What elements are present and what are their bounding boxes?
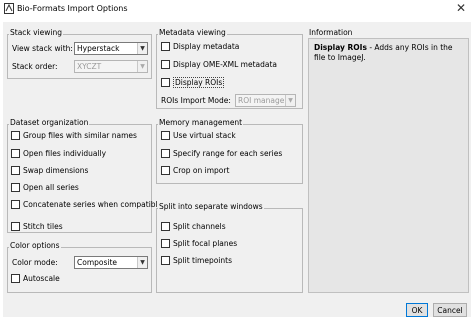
metadata-viewing-title: Metadata viewing [158, 28, 227, 38]
stack-order-value: XYCZT [77, 62, 102, 71]
information-title: Information [308, 28, 354, 38]
split-timepoints-label: Split timepoints [173, 256, 232, 265]
checkbox-box[interactable] [161, 166, 170, 175]
split-channels-checkbox[interactable]: Split channels [161, 222, 226, 231]
color-mode-value: Composite [77, 258, 118, 267]
information-heading: Display ROIs [314, 43, 367, 52]
dataset-organization-title: Dataset organization [9, 118, 90, 128]
checkbox-box[interactable] [11, 149, 20, 158]
checkbox-box[interactable] [161, 42, 170, 51]
cancel-button[interactable]: Cancel [433, 303, 467, 317]
display-metadata-label: Display metadata [173, 42, 240, 51]
checkbox-box[interactable] [161, 131, 170, 140]
swap-dimensions-checkbox[interactable]: Swap dimensions [11, 166, 88, 175]
chevron-down-icon[interactable]: ▼ [137, 61, 147, 72]
open-individually-checkbox[interactable]: Open files individually [11, 149, 106, 158]
color-options-title: Color options [9, 241, 61, 251]
color-mode-label: Color mode: [12, 258, 58, 267]
view-stack-label: View stack with: [12, 44, 73, 53]
chevron-down-icon[interactable]: ▼ [137, 43, 147, 54]
checkbox-box[interactable] [11, 200, 20, 209]
color-mode-select[interactable]: Composite ▼ [74, 256, 148, 269]
view-stack-select[interactable]: Hyperstack ▼ [74, 42, 148, 55]
display-rois-checkbox[interactable]: Display ROIs [161, 77, 225, 88]
specify-range-label: Specify range for each series [173, 149, 283, 158]
use-virtual-stack-label: Use virtual stack [173, 131, 236, 140]
display-ome-xml-label: Display OME-XML metadata [173, 60, 277, 69]
split-windows-group [156, 208, 303, 293]
close-icon[interactable]: ✕ [456, 1, 466, 15]
group-files-checkbox[interactable]: Group files with similar names [11, 131, 137, 140]
open-individually-label: Open files individually [23, 149, 107, 158]
checkbox-box[interactable] [11, 183, 20, 192]
group-files-label: Group files with similar names [23, 131, 137, 140]
split-channels-label: Split channels [173, 222, 226, 231]
dialog-body: Stack viewing View stack with: Hyperstac… [3, 22, 471, 317]
color-options-group [7, 247, 152, 293]
stack-order-label: Stack order: [12, 62, 58, 71]
checkbox-box[interactable] [11, 131, 20, 140]
split-timepoints-checkbox[interactable]: Split timepoints [161, 256, 232, 265]
memory-management-title: Memory management [158, 118, 244, 128]
chevron-down-icon[interactable]: ▼ [285, 95, 295, 106]
split-focal-planes-checkbox[interactable]: Split focal planes [161, 239, 237, 248]
display-metadata-checkbox[interactable]: Display metadata [161, 42, 239, 51]
crop-on-import-label: Crop on import [173, 166, 230, 175]
checkbox-box[interactable] [11, 166, 20, 175]
rois-import-mode-label: ROIs Import Mode: [161, 96, 231, 105]
stack-viewing-title: Stack viewing [9, 28, 64, 38]
title-bar: Bio-Formats Import Options ✕ [0, 0, 474, 18]
concatenate-label: Concatenate series when compatible [23, 200, 163, 209]
split-focal-planes-label: Split focal planes [173, 239, 238, 248]
stitch-tiles-checkbox[interactable]: Stitch tiles [11, 222, 63, 231]
specify-range-checkbox[interactable]: Specify range for each series [161, 149, 282, 158]
concatenate-checkbox[interactable]: Concatenate series when compatible [11, 200, 162, 209]
rois-import-mode-value: ROI manager [238, 96, 285, 105]
stitch-tiles-label: Stitch tiles [23, 222, 63, 231]
checkbox-box[interactable] [161, 78, 170, 87]
checkbox-box[interactable] [161, 60, 170, 69]
window-title: Bio-Formats Import Options [17, 4, 128, 13]
dataset-organization-group [7, 124, 152, 233]
use-virtual-stack-checkbox[interactable]: Use virtual stack [161, 131, 236, 140]
checkbox-box[interactable] [11, 222, 20, 231]
chevron-down-icon[interactable]: ▼ [137, 257, 147, 268]
crop-on-import-checkbox[interactable]: Crop on import [161, 166, 229, 175]
open-all-series-label: Open all series [23, 183, 79, 192]
display-ome-xml-checkbox[interactable]: Display OME-XML metadata [161, 60, 277, 69]
checkbox-box[interactable] [161, 222, 170, 231]
app-icon [4, 3, 14, 14]
view-stack-value: Hyperstack [77, 44, 120, 53]
rois-import-mode-select[interactable]: ROI manager ▼ [235, 94, 296, 107]
checkbox-box[interactable] [161, 239, 170, 248]
checkbox-box[interactable] [161, 256, 170, 265]
checkbox-box[interactable] [161, 149, 170, 158]
information-panel: Display ROIs - Adds any ROIs in the file… [308, 38, 469, 293]
open-all-series-checkbox[interactable]: Open all series [11, 183, 79, 192]
display-rois-label: Display ROIs [173, 77, 225, 88]
stack-order-select[interactable]: XYCZT ▼ [74, 60, 148, 73]
swap-dimensions-label: Swap dimensions [23, 166, 89, 175]
ok-button[interactable]: OK [406, 303, 428, 317]
autoscale-label: Autoscale [23, 274, 60, 283]
split-windows-title: Split into separate windows [158, 202, 264, 212]
autoscale-checkbox[interactable]: Autoscale [11, 274, 60, 283]
checkbox-box[interactable] [11, 274, 20, 283]
